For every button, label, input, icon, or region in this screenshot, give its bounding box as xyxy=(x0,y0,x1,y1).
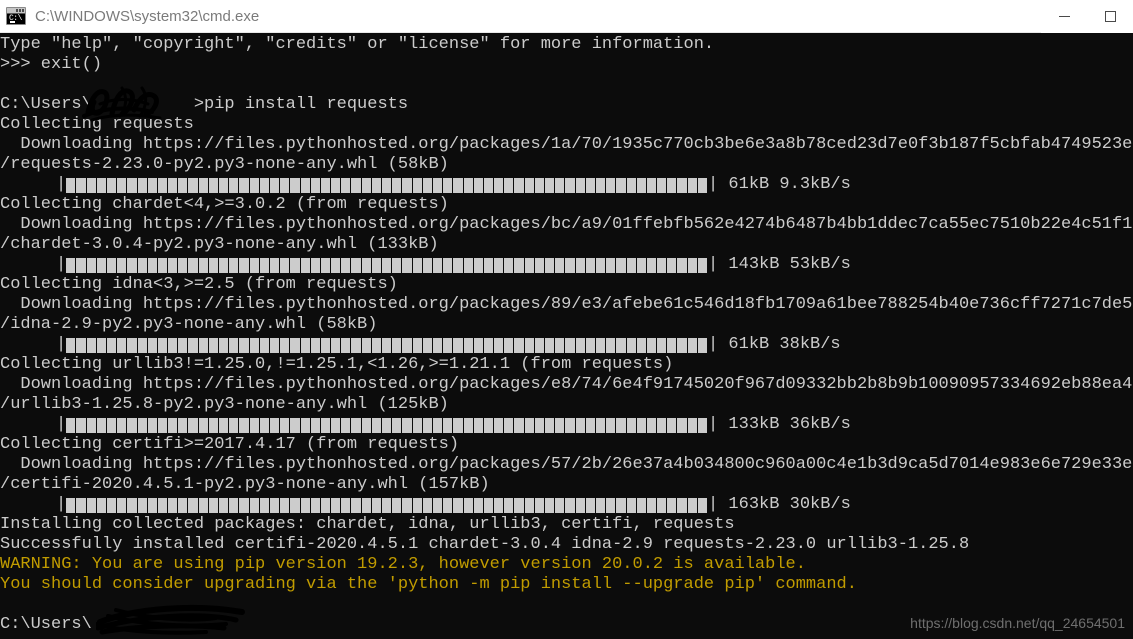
console-line: Collecting requests xyxy=(0,115,194,134)
cmd-icon-cursor xyxy=(10,21,15,23)
console-line: Downloading https://files.pythonhosted.o… xyxy=(0,375,1133,394)
progress-fill xyxy=(66,337,709,353)
download-progress-bar: | | 163kB 30kB/s xyxy=(0,495,1133,515)
console-line: Collecting idna<3,>=2.5 (from requests) xyxy=(0,275,398,294)
progress-stats: 163kB 30kB/s xyxy=(718,495,851,514)
progress-right-edge: | xyxy=(708,255,719,274)
console-line: Collecting certifi>=2017.4.17 (from requ… xyxy=(0,435,460,454)
cmd-icon-buttons xyxy=(16,9,24,12)
window-title: C:\WINDOWS\system32\cmd.exe xyxy=(35,7,260,25)
maximize-button[interactable] xyxy=(1087,0,1133,33)
download-progress-bar: | | 143kB 53kB/s xyxy=(0,255,1133,275)
progress-right-edge: | xyxy=(708,175,719,194)
console-line: /chardet-3.0.4-py2.py3-none-any.whl (133… xyxy=(0,235,439,254)
console-line: C:\Users\ >pip install requests xyxy=(0,95,409,114)
console-line: Collecting urllib3!=1.25.0,!=1.25.1,<1.2… xyxy=(0,355,674,374)
progress-stats: 61kB 9.3kB/s xyxy=(718,175,851,194)
progress-left-edge: | xyxy=(56,255,67,274)
progress-left-edge: | xyxy=(56,175,67,194)
progress-right-edge: | xyxy=(708,495,719,514)
console-line: Downloading https://files.pythonhosted.o… xyxy=(0,455,1133,474)
console-line: /urllib3-1.25.8-py2.py3-none-any.whl (12… xyxy=(0,395,449,414)
window-controls xyxy=(1041,0,1133,33)
console-line: Downloading https://files.pythonhosted.o… xyxy=(0,215,1133,234)
console-line: Type "help", "copyright", "credits" or "… xyxy=(0,35,715,54)
console-line: >>> exit() xyxy=(0,55,103,74)
download-progress-bar: | | 61kB 9.3kB/s xyxy=(0,175,1133,195)
minimize-icon xyxy=(1058,15,1070,17)
progress-stats: 61kB 38kB/s xyxy=(718,335,841,354)
download-progress-bar: | | 61kB 38kB/s xyxy=(0,335,1133,355)
maximize-icon xyxy=(1104,10,1116,22)
progress-right-edge: | xyxy=(708,415,719,434)
cmd-icon: C:\ xyxy=(6,7,26,25)
window-titlebar[interactable]: C:\ C:\WINDOWS\system32\cmd.exe xyxy=(0,0,1133,33)
progress-fill xyxy=(66,497,709,513)
progress-right-edge: | xyxy=(708,335,719,354)
console-output[interactable]: Type "help", "copyright", "credits" or "… xyxy=(0,33,1133,639)
titlebar-left-group: C:\ C:\WINDOWS\system32\cmd.exe xyxy=(0,7,1041,25)
cmd-window: C:\ C:\WINDOWS\system32\cmd.exe Type "he… xyxy=(0,0,1133,639)
minimize-button[interactable] xyxy=(1041,0,1087,33)
progress-left-edge: | xyxy=(56,335,67,354)
console-line: Downloading https://files.pythonhosted.o… xyxy=(0,135,1133,154)
progress-stats: 133kB 36kB/s xyxy=(718,415,851,434)
progress-left-edge: | xyxy=(56,495,67,514)
progress-fill xyxy=(66,417,709,433)
progress-fill xyxy=(66,257,709,273)
console-line: /certifi-2020.4.5.1-py2.py3-none-any.whl… xyxy=(0,475,490,494)
console-line: /idna-2.9-py2.py3-none-any.whl (58kB) xyxy=(0,315,378,334)
progress-left-edge: | xyxy=(56,415,67,434)
console-warning-line: You should consider upgrading via the 'p… xyxy=(0,575,857,594)
progress-fill xyxy=(66,177,709,193)
console-line: Installing collected packages: chardet, … xyxy=(0,515,735,534)
progress-stats: 143kB 53kB/s xyxy=(718,255,851,274)
download-progress-bar: | | 133kB 36kB/s xyxy=(0,415,1133,435)
csdn-watermark: https://blog.csdn.net/qq_24654501 xyxy=(910,615,1125,631)
console-line: Downloading https://files.pythonhosted.o… xyxy=(0,295,1133,314)
console-warning-line: WARNING: You are using pip version 19.2.… xyxy=(0,555,806,574)
console-line: Collecting chardet<4,>=3.0.2 (from reque… xyxy=(0,195,449,214)
console-line: Successfully installed certifi-2020.4.5.… xyxy=(0,535,970,554)
console-line: /requests-2.23.0-py2.py3-none-any.whl (5… xyxy=(0,155,449,174)
